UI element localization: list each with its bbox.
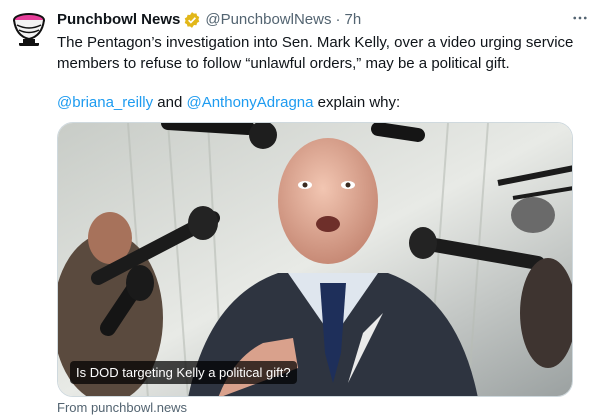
card-image — [58, 123, 572, 396]
avatar[interactable] — [8, 6, 50, 48]
tweet[interactable]: Punchbowl News @PunchbowlNews · 7h The P… — [0, 0, 598, 415]
and-text: and — [153, 94, 187, 111]
mention-link-1[interactable]: @briana_reilly — [57, 94, 153, 111]
tweet-text: The Pentagon’s investigation into Sen. M… — [57, 32, 587, 113]
tweet-paragraph-2: @briana_reilly and @AnthonyAdragna expla… — [57, 92, 587, 113]
separator-dot: · — [335, 11, 341, 28]
more-icon[interactable] — [568, 8, 592, 28]
verified-badge-icon — [183, 11, 201, 29]
timestamp[interactable]: 7h — [344, 10, 361, 30]
link-card[interactable]: Is DOD targeting Kelly a political gift? — [57, 122, 573, 397]
mention-link-2[interactable]: @AnthonyAdragna — [186, 94, 313, 111]
card-caption: Is DOD targeting Kelly a political gift? — [70, 361, 297, 384]
tweet-paragraph-1: The Pentagon’s investigation into Sen. M… — [57, 34, 574, 72]
tweet-header: Punchbowl News @PunchbowlNews · 7h — [57, 9, 588, 31]
explain-text: explain why: — [313, 94, 401, 111]
author-name[interactable]: Punchbowl News — [57, 10, 180, 30]
author-handle[interactable]: @PunchbowlNews — [205, 10, 331, 30]
